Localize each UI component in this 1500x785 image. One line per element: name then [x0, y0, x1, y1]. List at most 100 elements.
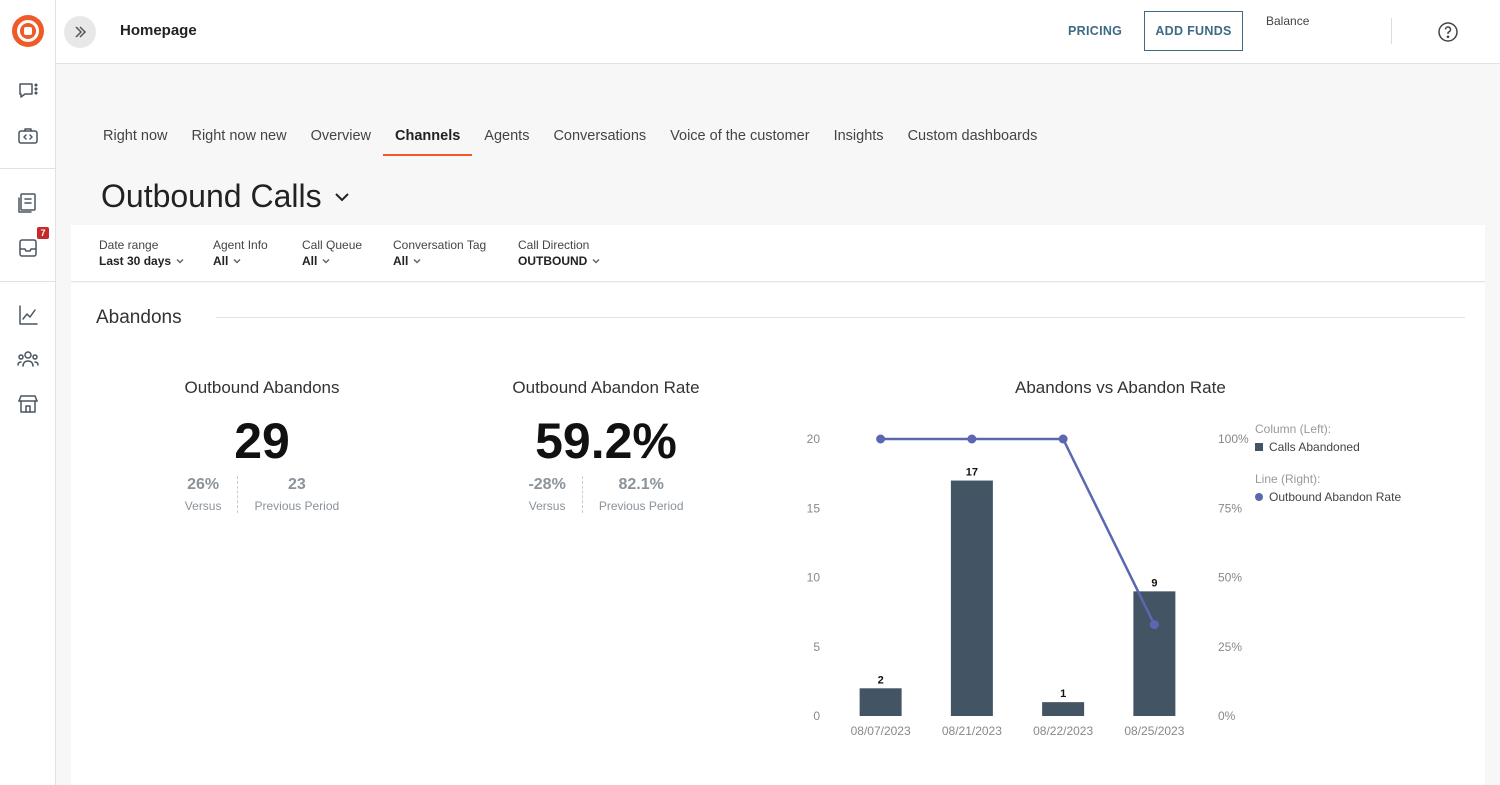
legend-circle-icon [1255, 493, 1263, 501]
filter-value: Last 30 days [99, 254, 172, 268]
dashboard-content: Abandons Outbound Abandons 29 26% Versus … [71, 283, 1485, 785]
pricing-link[interactable]: PRICING [1068, 24, 1122, 38]
filter-label: Call Direction [518, 238, 590, 252]
bar-data-label: 1 [1060, 688, 1066, 700]
chat-icon[interactable] [16, 79, 40, 103]
abandons-vs-rate-chart: 0 5 10 15 20 0% 25% 50% 75% 100% 2 08/07/2023 17 08/2… [807, 432, 1249, 738]
legend-item-calls-abandoned[interactable]: Calls Abandoned [1255, 440, 1401, 454]
store-icon[interactable] [16, 392, 40, 416]
bar-data-label: 17 [966, 467, 978, 479]
filter-value: All [302, 254, 318, 268]
kpi-outbound-abandon-rate: Outbound Abandon Rate 59.2% -28% Versus 8… [491, 378, 721, 513]
filter-value: OUTBOUND [518, 254, 588, 268]
section-divider [216, 317, 1465, 318]
inbox-icon[interactable] [16, 236, 40, 260]
filter-value: All [393, 254, 409, 268]
top-header: Homepage PRICING ADD FUNDS Balance [56, 0, 1500, 64]
filter-label: Conversation Tag [393, 238, 487, 252]
kpi-previous-value: 82.1% [618, 476, 664, 493]
y2-tick-label: 100% [1218, 432, 1249, 446]
line-point [967, 434, 977, 444]
analytics-icon[interactable] [16, 303, 40, 327]
sidebar: 7 [0, 0, 56, 785]
tab-custom-dashboards[interactable]: Custom dashboards [908, 128, 1038, 156]
filter-agent-info[interactable]: Agent Info All [213, 238, 268, 268]
chevron-down-icon [592, 258, 600, 264]
balance-label: Balance [1266, 14, 1310, 28]
kpi-value: 59.2% [535, 413, 677, 469]
y2-tick-label: 25% [1218, 640, 1242, 654]
y-tick-label: 0 [813, 709, 820, 723]
chevron-down-icon [176, 258, 184, 264]
notification-badge: 7 [37, 227, 49, 239]
filter-label: Call Queue [302, 238, 363, 252]
tab-overview[interactable]: Overview [311, 128, 371, 156]
help-icon[interactable] [1437, 21, 1459, 43]
tab-agents[interactable]: Agents [484, 128, 529, 156]
filter-date-range[interactable]: Date range Last 30 days [99, 238, 185, 268]
line-point [1058, 434, 1068, 444]
code-toolbox-icon[interactable] [16, 124, 40, 148]
expand-sidebar-button[interactable] [64, 16, 96, 48]
kpi-versus-label: Versus [528, 499, 566, 513]
page-name: Homepage [120, 22, 197, 39]
tab-voice-of-the-customer[interactable]: Voice of the customer [670, 128, 809, 156]
line-point [1149, 620, 1159, 630]
x-tick-label: 08/25/2023 [1124, 724, 1184, 738]
kpi-versus-label: Versus [184, 499, 222, 513]
filter-label: Agent Info [213, 238, 268, 252]
chevron-down-icon [413, 258, 421, 264]
y-tick-label: 10 [807, 571, 821, 585]
bar-data-label: 9 [1151, 577, 1157, 589]
kpi-previous-label: Previous Period [254, 499, 340, 513]
sidebar-divider [0, 281, 56, 282]
tab-insights[interactable]: Insights [834, 128, 884, 156]
legend-square-icon [1255, 443, 1263, 451]
series-line [880, 437, 1156, 626]
team-icon[interactable] [16, 347, 40, 371]
tab-right-now-new[interactable]: Right now new [191, 128, 286, 156]
dashboard-title[interactable]: Outbound Calls [101, 178, 352, 215]
kpi-value: 29 [234, 413, 290, 469]
chart-title: Abandons vs Abandon Rate [1015, 378, 1226, 397]
add-funds-button[interactable]: ADD FUNDS [1144, 11, 1243, 51]
filter-call-direction[interactable]: Call Direction OUTBOUND [518, 238, 601, 268]
dashboard-title-text: Outbound Calls [101, 178, 322, 214]
logo[interactable] [12, 15, 44, 47]
bar [1133, 591, 1176, 716]
kpi-versus-value: -28% [528, 476, 566, 493]
filter-bar: Date range Last 30 days Agent Info All C… [71, 225, 1485, 282]
y-tick-label: 5 [813, 640, 820, 654]
legend-label: Outbound Abandon Rate [1269, 490, 1402, 504]
y-tick-label: 20 [807, 432, 821, 446]
tab-conversations[interactable]: Conversations [553, 128, 646, 156]
chevron-down-icon [233, 258, 241, 264]
y-tick-label: 15 [807, 501, 821, 515]
kpi-versus-value: 26% [187, 476, 220, 493]
bar [1042, 702, 1085, 716]
section-title: Abandons [96, 307, 182, 328]
legend-item-abandon-rate[interactable]: Outbound Abandon Rate [1255, 490, 1401, 504]
sidebar-divider [0, 168, 56, 169]
knowledge-icon[interactable] [16, 191, 40, 215]
filter-call-queue[interactable]: Call Queue All [302, 238, 362, 268]
kpi-previous-value: 23 [287, 476, 306, 493]
x-tick-label: 08/22/2023 [1033, 724, 1093, 738]
line-point [876, 434, 886, 444]
chevron-down-icon [322, 258, 330, 264]
kpi-outbound-abandons: Outbound Abandons 29 26% Versus 23 Previou… [162, 378, 362, 513]
bar [859, 688, 902, 716]
chevron-down-icon[interactable] [332, 187, 352, 207]
legend-column-header: Column (Left): [1255, 422, 1332, 436]
kpi-title: Outbound Abandon Rate [512, 378, 700, 397]
header-divider [1391, 18, 1392, 44]
y2-tick-label: 75% [1218, 501, 1242, 515]
double-chevron-right-icon [75, 26, 87, 38]
tab-channels[interactable]: Channels [382, 128, 473, 156]
x-tick-label: 08/21/2023 [942, 724, 1002, 738]
filter-conversation-tag[interactable]: Conversation Tag All [393, 238, 486, 268]
tab-right-now[interactable]: Right now [103, 128, 167, 156]
legend-label: Calls Abandoned [1269, 440, 1360, 454]
y2-tick-label: 50% [1218, 571, 1242, 585]
bar-data-label: 2 [878, 674, 884, 686]
